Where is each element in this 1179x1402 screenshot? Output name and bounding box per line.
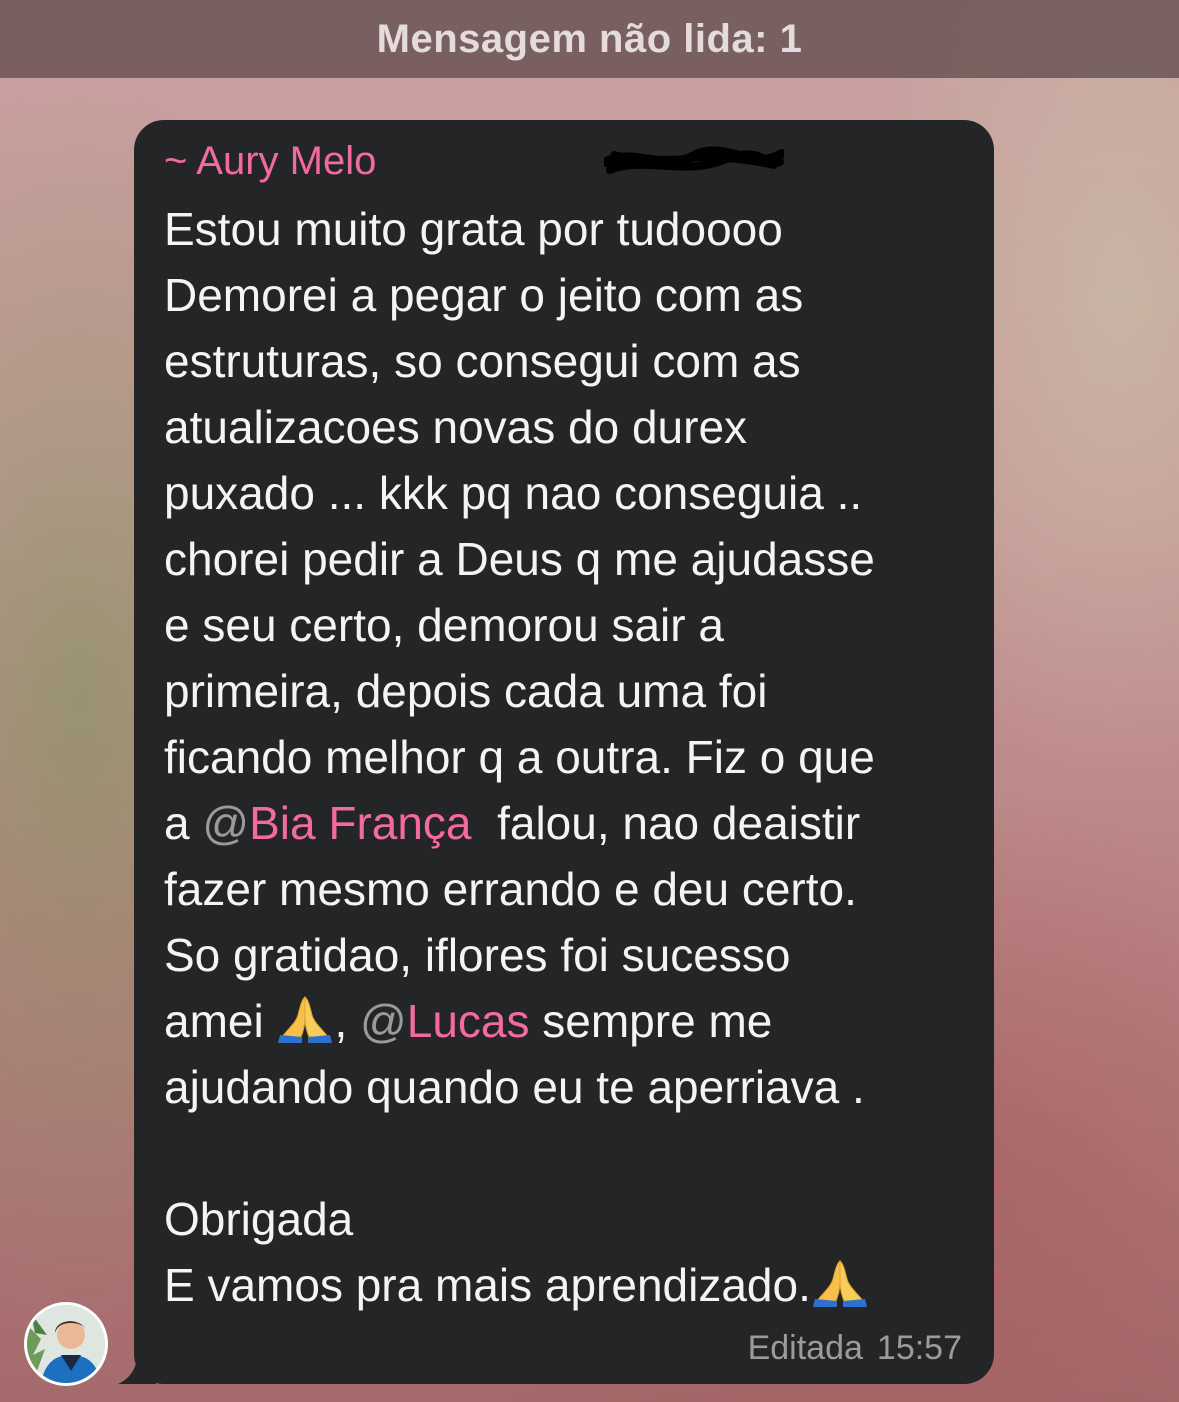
message-line: a @Bia França falou, nao deaistir bbox=[164, 797, 860, 849]
message-line: amei , @Lucas sempre me bbox=[164, 995, 772, 1047]
message-line: puxado ... kkk pq nao conseguia .. bbox=[164, 467, 863, 519]
mention-bia-franca[interactable]: Bia França bbox=[249, 797, 471, 849]
text-fragment: falou, nao deaistir bbox=[471, 797, 861, 849]
message-line: chorei pedir a Deus q me ajudasse bbox=[164, 533, 875, 585]
sender-name[interactable]: ~ Aury Melo bbox=[164, 139, 376, 184]
message-line: Obrigada bbox=[164, 1193, 354, 1245]
message-line: estruturas, so consegui com as bbox=[164, 335, 801, 387]
bubble-tail bbox=[118, 1340, 156, 1384]
mention-at-symbol[interactable]: @ bbox=[202, 797, 249, 849]
message-line: primeira, depois cada uma foi bbox=[164, 665, 768, 717]
message-time: 15:57 bbox=[876, 1329, 962, 1367]
text-fragment: E vamos pra mais aprendizado. bbox=[164, 1259, 811, 1311]
sender-row: ~ Aury Melo bbox=[164, 138, 964, 184]
message-bubble[interactable]: ~ Aury Melo Estou muito grata por tudooo… bbox=[134, 120, 994, 1384]
message-line: e seu certo, demorou sair a bbox=[164, 599, 724, 651]
redaction-scribble bbox=[604, 146, 784, 174]
message-line: ajudando quando eu te aperriava . bbox=[164, 1061, 865, 1113]
message-line: So gratidao, iflores foi sucesso bbox=[164, 929, 791, 981]
text-fragment: amei bbox=[164, 995, 277, 1047]
mention-at-symbol[interactable]: @ bbox=[360, 995, 407, 1047]
message-meta: Editada 15:57 bbox=[748, 1329, 962, 1368]
message-line: ficando melhor q a outra. Fiz o que bbox=[164, 731, 875, 783]
message-line: Demorei a pegar o jeito com as bbox=[164, 269, 804, 321]
message-line: Estou muito grata por tudoooo bbox=[164, 203, 783, 255]
message-text: Estou muito grata por tudoooo Demorei a … bbox=[164, 196, 964, 1318]
praying-hands-icon bbox=[278, 996, 333, 1043]
message-line: fazer mesmo errando e deu certo. bbox=[164, 863, 857, 915]
message-line: atualizacoes novas do durex bbox=[164, 401, 748, 453]
edited-label: Editada bbox=[747, 1329, 863, 1367]
message-line: E vamos pra mais aprendizado. bbox=[164, 1259, 869, 1311]
mention-lucas[interactable]: Lucas bbox=[407, 995, 530, 1047]
text-fragment: sempre me bbox=[529, 995, 773, 1047]
sender-avatar[interactable] bbox=[24, 1302, 108, 1386]
unread-messages-text: Mensagem não lida: 1 bbox=[376, 16, 803, 61]
text-fragment: a bbox=[164, 797, 203, 849]
text-fragment: , bbox=[334, 995, 361, 1047]
unread-messages-banner: Mensagem não lida: 1 bbox=[0, 0, 1179, 78]
praying-hands-icon bbox=[812, 1260, 867, 1307]
